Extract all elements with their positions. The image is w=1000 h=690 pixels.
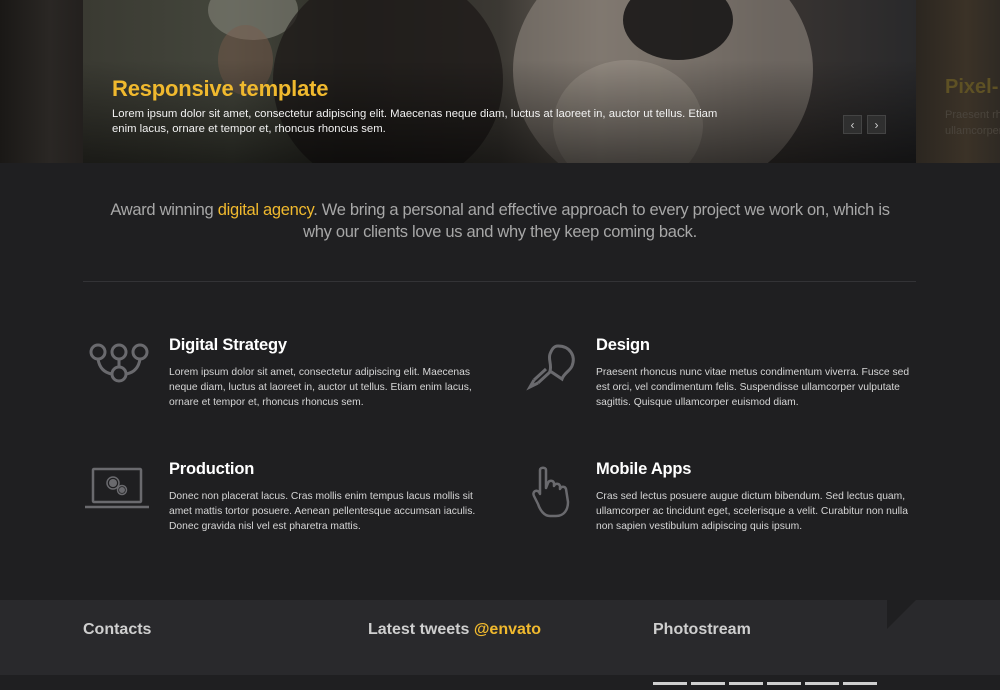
network-icon bbox=[89, 343, 149, 383]
photostream-thumb[interactable] bbox=[691, 682, 725, 685]
next-slide-line1: Praesent rh bbox=[945, 109, 1000, 121]
service-digital-strategy: Digital Strategy Lorem ipsum dolor sit a… bbox=[169, 336, 509, 410]
intro-text-end: . We bring a personal and effective appr… bbox=[303, 201, 890, 241]
service-title: Production bbox=[169, 460, 255, 478]
laptop-gears-icon bbox=[85, 467, 149, 509]
photostream-thumb[interactable] bbox=[805, 682, 839, 685]
footer-tweets-title: Latest tweets @envato bbox=[368, 621, 541, 639]
service-description: Lorem ipsum dolor sit amet, consectetur … bbox=[169, 367, 472, 408]
intro-text-start: Award winning bbox=[110, 201, 218, 219]
service-description: Donec non placerat lacus. Cras mollis en… bbox=[169, 491, 476, 532]
slide-caption: Lorem ipsum dolor sit amet, consectetur … bbox=[112, 108, 718, 135]
slider-next-button[interactable]: › bbox=[867, 115, 886, 134]
slide-title: Responsive template bbox=[112, 76, 329, 101]
section-divider bbox=[83, 281, 916, 282]
service-mobile-apps: Mobile Apps Cras sed lectus posuere augu… bbox=[596, 460, 936, 534]
photostream-thumb[interactable] bbox=[767, 682, 801, 685]
service-production: Production Donec non placerat lacus. Cra… bbox=[169, 460, 509, 534]
service-title: Digital Strategy bbox=[169, 336, 287, 354]
service-design: Design Praesent rhoncus nunc vitae metus… bbox=[596, 336, 936, 410]
service-description: Cras sed lectus posuere augue dictum bib… bbox=[596, 491, 908, 532]
service-description: Praesent rhoncus nunc vitae metus condim… bbox=[596, 367, 910, 408]
service-title: Mobile Apps bbox=[596, 460, 692, 478]
next-slide-text: Praesent rh ullamcorper bbox=[945, 107, 1000, 139]
tweets-title-text: Latest tweets bbox=[368, 621, 474, 639]
pointing-hand-icon bbox=[532, 466, 570, 518]
footer-photostream-title: Photostream bbox=[653, 621, 751, 639]
service-title: Design bbox=[596, 336, 650, 354]
intro-tagline: Award winning digital agency. We bring a… bbox=[100, 199, 900, 243]
lightbulb-icon bbox=[526, 344, 575, 391]
photostream-thumb[interactable] bbox=[843, 682, 877, 685]
intro-highlight-link[interactable]: digital agency bbox=[218, 201, 314, 219]
previous-slide-preview[interactable] bbox=[0, 0, 83, 163]
next-slide-title: Pixel- bbox=[945, 76, 999, 98]
next-slide-line2: ullamcorper bbox=[945, 125, 1000, 137]
photostream-thumb[interactable] bbox=[653, 682, 687, 685]
slider-prev-button[interactable]: ‹ bbox=[843, 115, 862, 134]
footer-contacts-title: Contacts bbox=[83, 621, 152, 639]
hero-slider: Responsive template Lorem ipsum dolor si… bbox=[0, 0, 1000, 163]
twitter-handle-link[interactable]: @envato bbox=[474, 621, 541, 638]
footer-notch bbox=[887, 600, 916, 629]
slide-image: Responsive template Lorem ipsum dolor si… bbox=[83, 0, 916, 163]
photostream-thumb[interactable] bbox=[729, 682, 763, 685]
